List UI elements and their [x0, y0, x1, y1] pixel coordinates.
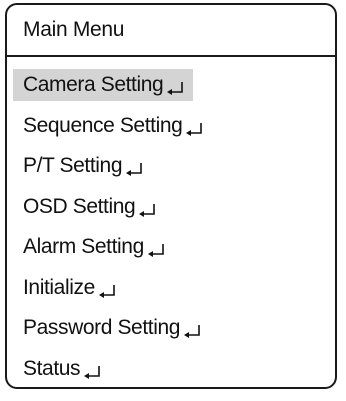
menu-item-initialize[interactable]: Initialize — [7, 268, 335, 309]
menu-item-camera-setting[interactable]: Camera Setting — [7, 65, 335, 106]
menu-item-label: P/T Setting — [23, 154, 123, 178]
main-menu-panel: Main Menu Camera Setting Sequence Settin… — [5, 3, 337, 389]
menu-item-label: Password Setting — [23, 316, 181, 340]
menu-item-label: Camera Setting — [23, 73, 164, 97]
menu-item-row[interactable]: Status — [13, 353, 110, 385]
menu-title: Main Menu — [23, 18, 125, 41]
menu-item-row[interactable]: Sequence Setting — [13, 110, 212, 142]
menu-item-label: OSD Setting — [23, 194, 136, 218]
enter-arrow-icon — [165, 80, 185, 96]
enter-arrow-icon — [137, 202, 157, 218]
menu-item-status[interactable]: Status — [7, 349, 335, 388]
menu-item-row[interactable]: Camera Setting — [13, 69, 194, 102]
menu-item-label: Alarm Setting — [23, 235, 144, 259]
menu-item-sequence-setting[interactable]: Sequence Setting — [7, 106, 335, 147]
enter-arrow-icon — [97, 283, 117, 299]
menu-item-row[interactable]: Alarm Setting — [13, 231, 174, 263]
menu-item-pt-setting[interactable]: P/T Setting — [7, 146, 335, 187]
menu-item-label: Status — [23, 356, 81, 380]
menu-item-alarm-setting[interactable]: Alarm Setting — [7, 227, 335, 268]
menu-item-osd-setting[interactable]: OSD Setting — [7, 187, 335, 228]
menu-item-password-setting[interactable]: Password Setting — [7, 308, 335, 349]
enter-arrow-icon — [146, 242, 166, 258]
enter-arrow-icon — [82, 364, 102, 380]
menu-item-label: Sequence Setting — [23, 113, 183, 137]
menu-item-row[interactable]: Initialize — [13, 272, 125, 304]
menu-item-row[interactable]: P/T Setting — [13, 150, 152, 182]
menu-list: Camera Setting Sequence Setting P/T Sett… — [7, 57, 335, 388]
menu-header: Main Menu — [7, 5, 335, 57]
menu-item-row[interactable]: Password Setting — [13, 312, 210, 344]
enter-arrow-icon — [184, 121, 204, 137]
menu-item-label: Initialize — [23, 275, 95, 299]
enter-arrow-icon — [124, 161, 144, 177]
menu-item-row[interactable]: OSD Setting — [13, 191, 165, 223]
enter-arrow-icon — [182, 323, 202, 339]
